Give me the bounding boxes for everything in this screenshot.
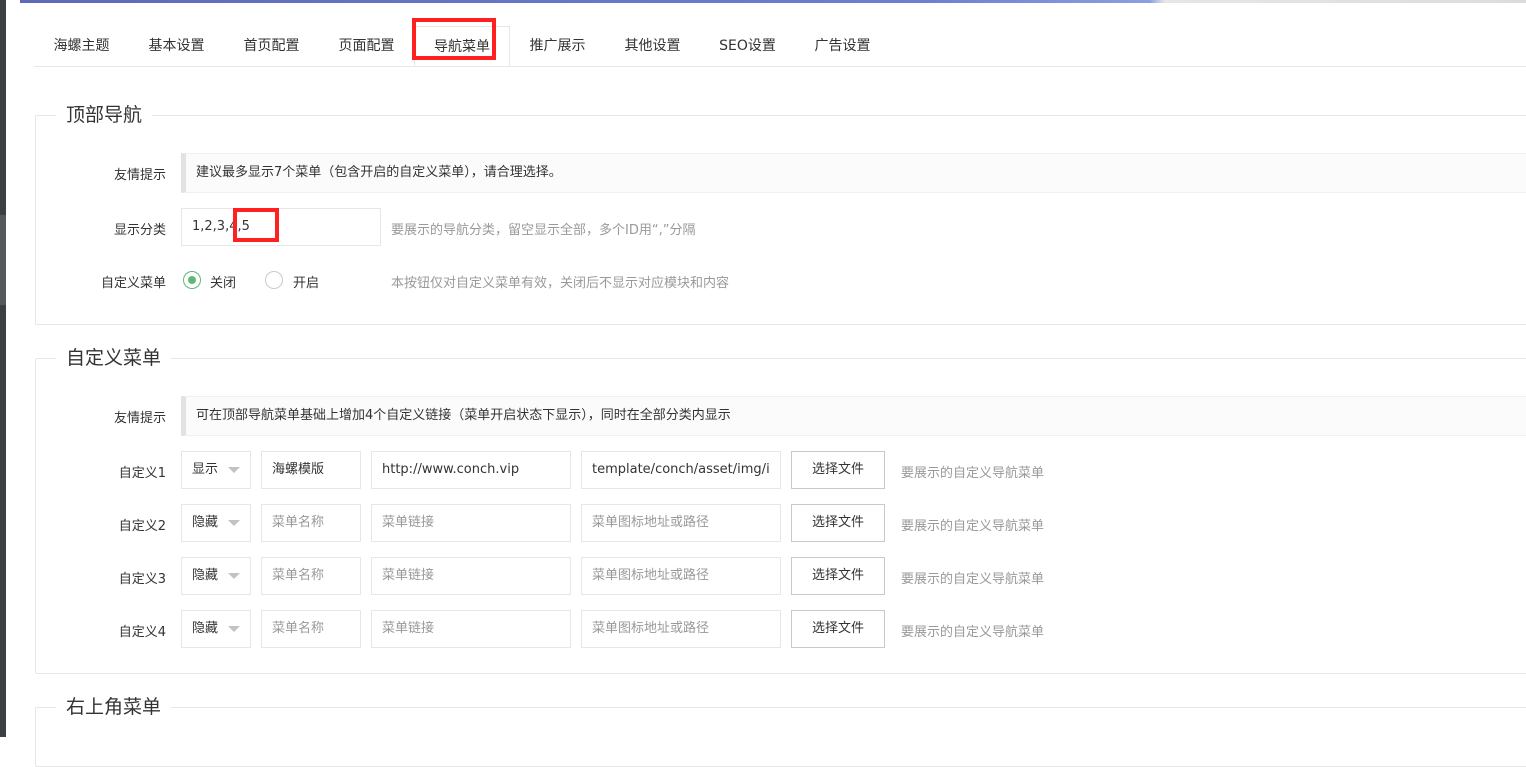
menu-name-input[interactable]: 菜单名称	[261, 610, 361, 648]
top-nav-tip-text: 建议最多显示7个菜单（包含开启的自定义菜单），请合理选择。	[181, 153, 1526, 193]
visibility-select[interactable]: 隐藏	[181, 557, 251, 595]
radio-on[interactable]	[265, 271, 283, 289]
custom-row-aux-text: 要展示的自定义导航菜单	[901, 519, 1045, 534]
custom-menu-tip-text: 可在顶部导航菜单基础上增加4个自定义链接（菜单开启状态下显示），同时在全部分类内…	[181, 396, 1526, 436]
tab-page-config[interactable]: 页面配置	[319, 26, 414, 66]
choose-file-button[interactable]: 选择文件	[791, 557, 885, 595]
visibility-select-value: 隐藏	[192, 621, 219, 636]
visibility-select[interactable]: 隐藏	[181, 504, 251, 542]
top-nav-tip-label: 友情提示	[113, 168, 166, 183]
custom-row-label: 自定义3	[118, 572, 166, 587]
left-edge-strip-light	[0, 215, 6, 305]
choose-file-button[interactable]: 选择文件	[791, 451, 885, 489]
visibility-select-value: 隐藏	[192, 515, 219, 530]
menu-icon-input[interactable]: 菜单图标地址或路径	[581, 610, 781, 648]
visibility-select[interactable]: 显示	[181, 451, 251, 489]
tab-home-config[interactable]: 首页配置	[224, 26, 319, 66]
menu-icon-input[interactable]: 菜单图标地址或路径	[581, 557, 781, 595]
chevron-down-icon	[228, 467, 240, 473]
custom-row-label: 自定义2	[118, 519, 166, 534]
choose-file-button[interactable]: 选择文件	[791, 610, 885, 648]
custom-row-aux-text: 要展示的自定义导航菜单	[901, 625, 1045, 640]
menu-link-input[interactable]: 菜单链接	[371, 610, 571, 648]
menu-icon-input[interactable]: 菜单图标地址或路径	[581, 504, 781, 542]
custom-menu-aux-text: 本按钮仅对自定义菜单有效，关闭后不显示对应模块和内容	[391, 276, 730, 291]
choose-file-button[interactable]: 选择文件	[791, 504, 885, 542]
custom-menu-legend: 自定义菜单	[56, 345, 172, 371]
custom-row-label: 自定义4	[118, 625, 166, 640]
tab-promotion[interactable]: 推广展示	[510, 26, 605, 66]
custom-menu-toggle-label: 自定义菜单	[100, 276, 166, 291]
visibility-select[interactable]: 隐藏	[181, 610, 251, 648]
tab-basic-settings[interactable]: 基本设置	[129, 26, 224, 66]
tab-nav-menu[interactable]: 导航菜单	[414, 26, 510, 66]
top-nav-legend: 顶部导航	[56, 102, 153, 128]
tab-conch-theme[interactable]: 海螺主题	[34, 26, 129, 66]
top-color-strip	[20, 0, 1526, 3]
tab-ad-settings[interactable]: 广告设置	[795, 26, 890, 66]
custom-row-aux-text: 要展示的自定义导航菜单	[901, 466, 1045, 481]
menu-link-input[interactable]: http://www.conch.vip	[371, 451, 571, 489]
category-input[interactable]: 1,2,3,4,5	[181, 208, 381, 246]
radio-on-label[interactable]: 开启	[293, 272, 319, 291]
chevron-down-icon	[228, 626, 240, 632]
tab-other-settings[interactable]: 其他设置	[605, 26, 700, 66]
visibility-select-value: 显示	[192, 462, 219, 477]
custom-row-aux-text: 要展示的自定义导航菜单	[901, 572, 1045, 587]
top-right-menu-legend: 右上角菜单	[56, 694, 172, 720]
menu-name-input[interactable]: 菜单名称	[261, 504, 361, 542]
left-edge-strip	[0, 0, 6, 737]
menu-icon-input[interactable]: template/conch/asset/img/i	[581, 451, 781, 489]
visibility-select-value: 隐藏	[192, 568, 219, 583]
tab-seo-settings[interactable]: SEO设置	[700, 26, 795, 66]
category-aux-text: 要展示的导航分类，留空显示全部，多个ID用“,”分隔	[391, 223, 696, 238]
custom-row-label: 自定义1	[118, 466, 166, 481]
menu-link-input[interactable]: 菜单链接	[371, 504, 571, 542]
menu-name-input[interactable]: 海螺模版	[261, 451, 361, 489]
top-right-menu-fieldset: 右上角菜单	[35, 694, 1526, 767]
chevron-down-icon	[228, 520, 240, 526]
chevron-down-icon	[228, 573, 240, 579]
radio-off[interactable]	[183, 271, 201, 289]
custom-menu-tip-label: 友情提示	[113, 411, 166, 426]
category-label: 显示分类	[113, 223, 166, 238]
menu-link-input[interactable]: 菜单链接	[371, 557, 571, 595]
radio-off-label[interactable]: 关闭	[210, 272, 236, 291]
settings-tab-bar: 海螺主题 基本设置 首页配置 页面配置 导航菜单 推广展示 其他设置 SEO设置…	[34, 26, 1526, 67]
menu-name-input[interactable]: 菜单名称	[261, 557, 361, 595]
